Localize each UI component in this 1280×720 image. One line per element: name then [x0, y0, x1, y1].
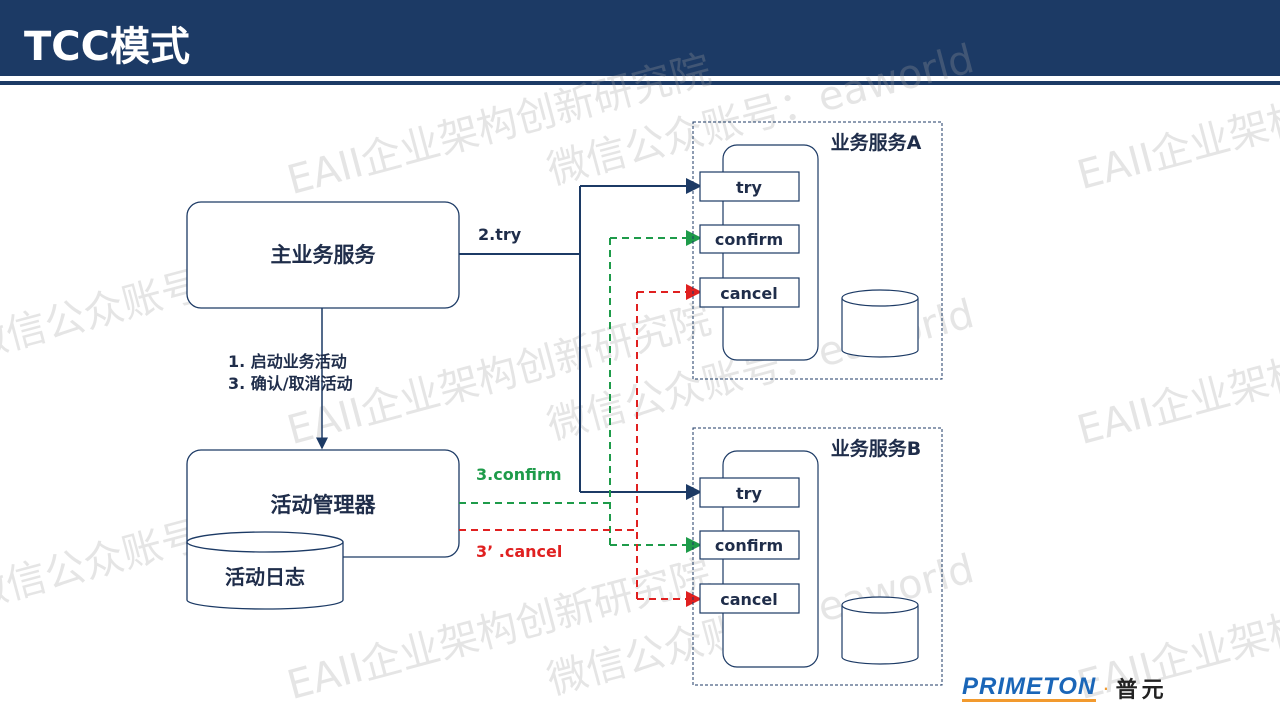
service-a-title: 业务服务A: [831, 131, 922, 154]
confirm-label: 3.confirm: [476, 465, 562, 484]
activity-manager-label: 活动管理器: [271, 493, 377, 517]
service-b-confirm-label: confirm: [715, 536, 783, 555]
cancel-label: 3’ .cancel: [476, 542, 562, 561]
service-b-cancel-label: cancel: [720, 590, 778, 609]
step1-label: 1. 启动业务活动: [228, 352, 347, 371]
activity-log-label: 活动日志: [225, 565, 305, 589]
service-a-cancel-label: cancel: [720, 284, 778, 303]
service-a: 业务服务A try confirm cancel: [692, 121, 943, 380]
tcc-diagram: 主业务服务 1. 启动业务活动 3. 确认/取消活动 活动管理器 活动日志 2.…: [186, 121, 943, 686]
main-service-label: 主业务服务: [271, 243, 377, 267]
service-b-database-icon: [841, 596, 919, 665]
logo-dot: ·: [1102, 675, 1110, 700]
service-a-try-label: try: [736, 178, 763, 197]
service-a-database-icon: [841, 289, 919, 358]
try-label: 2.try: [478, 225, 522, 244]
service-b: 业务服务B try confirm cancel: [692, 427, 943, 686]
logo-en: PRIMETON: [962, 672, 1097, 702]
service-b-try-label: try: [736, 484, 763, 503]
logo-cn: 普元: [1115, 678, 1168, 703]
service-a-confirm-label: confirm: [715, 230, 783, 249]
step3-label: 3. 确认/取消活动: [228, 374, 353, 393]
primeton-logo: PRIMETON · 普元: [962, 672, 1168, 704]
service-b-title: 业务服务B: [831, 437, 921, 460]
